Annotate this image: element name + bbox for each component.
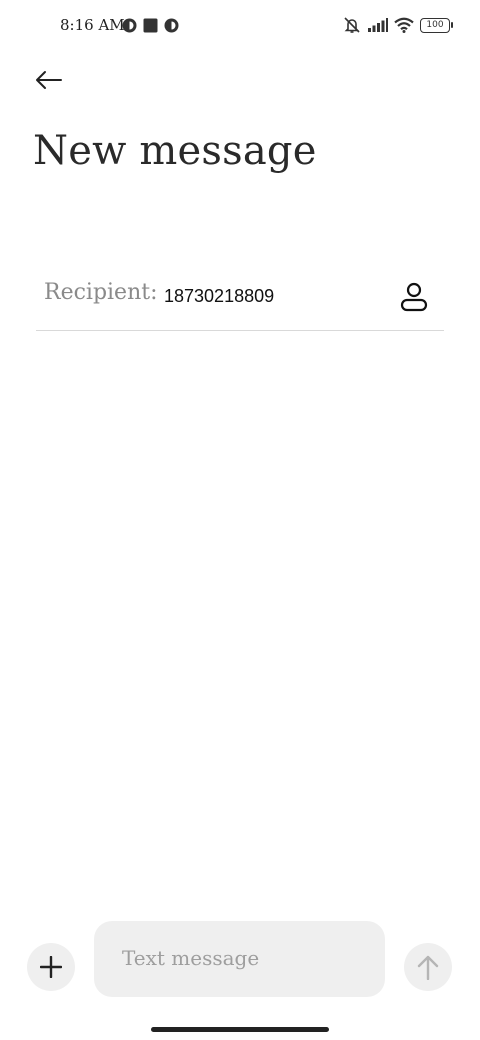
status-right-icons: 100 (342, 16, 453, 34)
status-time: 8:16 AM (60, 16, 125, 34)
page-title: New message (33, 128, 317, 174)
app-notification-icon (164, 18, 179, 33)
message-input[interactable] (122, 943, 362, 973)
status-left-icons (122, 18, 179, 33)
arrow-left-icon (36, 71, 62, 89)
status-bar: 8:16 AM 100 (0, 0, 480, 52)
contact-picker-button[interactable] (398, 280, 430, 314)
back-button[interactable] (28, 62, 68, 98)
arrow-up-icon (417, 955, 439, 980)
send-button[interactable] (404, 943, 452, 991)
home-indicator[interactable] (151, 1027, 329, 1032)
square-notification-icon (143, 18, 158, 33)
message-box (94, 921, 385, 997)
recipient-label: Recipient: (44, 280, 158, 305)
add-attachment-button[interactable] (27, 943, 75, 991)
signal-icon (368, 18, 388, 32)
battery-icon: 100 (420, 17, 453, 33)
recipient-input[interactable] (164, 282, 364, 310)
plus-icon (40, 956, 62, 978)
person-icon (400, 282, 428, 312)
recipient-row: Recipient: (36, 266, 444, 331)
vibrate-off-icon (344, 17, 360, 33)
wifi-icon (394, 17, 414, 33)
app-notification-icon (122, 18, 137, 33)
